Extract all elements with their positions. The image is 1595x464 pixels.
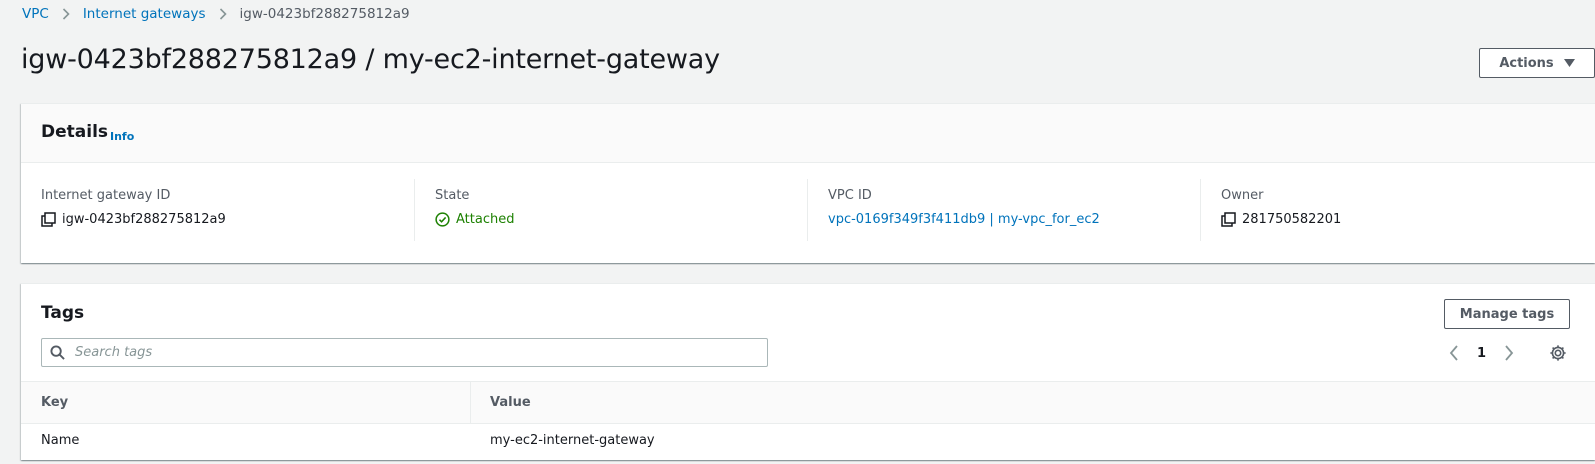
field-owner: Owner 281750582201 [1200,179,1593,241]
actions-button[interactable]: Actions [1479,48,1595,78]
tag-value-cell: my-ec2-internet-gateway [490,433,655,448]
gear-icon[interactable] [1549,344,1567,362]
field-label: Owner [1221,188,1264,203]
info-link[interactable]: Info [110,130,134,143]
search-icon [50,345,65,360]
field-value: 281750582201 [1221,212,1593,227]
manage-tags-button[interactable]: Manage tags [1444,299,1570,329]
actions-button-label: Actions [1499,55,1554,71]
column-header-value[interactable]: Value [471,382,531,423]
field-value: vpc-0169f349f3f411db9 | my-vpc_for_ec2 [828,212,1200,227]
tags-table: Key Value Name my-ec2-internet-gateway [21,381,1595,457]
page-number[interactable]: 1 [1477,346,1486,361]
chevron-right-icon [62,8,70,20]
field-label: State [435,188,470,203]
copy-icon[interactable] [41,212,56,227]
table-header: Key Value [21,381,1595,424]
column-header-key[interactable]: Key [21,382,471,423]
breadcrumb: VPC Internet gateways igw-0423bf28827581… [22,6,410,22]
field-value: igw-0423bf288275812a9 [41,212,414,227]
field-label: VPC ID [828,188,872,203]
search-tags-field[interactable] [41,338,768,367]
details-header: Details Info [21,104,1595,163]
field-vpc-id: VPC ID vpc-0169f349f3f411db9 | my-vpc_fo… [807,179,1200,241]
details-columns: Internet gateway ID igw-0423bf288275812a… [21,179,1595,241]
tag-key-cell: Name [41,433,80,448]
field-state: State Attached [414,179,807,241]
breadcrumb-internet-gateways-link[interactable]: Internet gateways [83,6,206,22]
details-panel: Details Info Internet gateway ID igw-042… [21,103,1595,263]
chevron-left-icon[interactable] [1449,345,1459,361]
owner-value: 281750582201 [1242,212,1342,227]
caret-down-icon [1563,57,1575,70]
tags-panel: Tags Manage tags 1 Key Value [21,283,1595,460]
state-value: Attached [456,212,515,227]
table-row: Name my-ec2-internet-gateway [21,424,1595,457]
chevron-right-icon [219,8,227,20]
breadcrumb-current: igw-0423bf288275812a9 [239,6,410,22]
pagination: 1 [1449,339,1567,367]
internet-gateway-id-value: igw-0423bf288275812a9 [62,212,226,227]
page-title: igw-0423bf288275812a9 / my-ec2-internet-… [21,44,720,75]
search-tags-input[interactable] [73,344,727,361]
copy-icon[interactable] [1221,212,1236,227]
vpc-id-link[interactable]: vpc-0169f349f3f411db9 | my-vpc_for_ec2 [828,212,1100,227]
details-heading: Details [41,122,109,142]
field-internet-gateway-id: Internet gateway ID igw-0423bf288275812a… [21,179,414,241]
chevron-right-icon[interactable] [1504,345,1514,361]
breadcrumb-vpc-link[interactable]: VPC [22,6,49,22]
check-circle-icon [435,212,450,227]
tags-heading: Tags [41,303,85,323]
field-value: Attached [435,212,807,227]
field-label: Internet gateway ID [41,188,171,203]
